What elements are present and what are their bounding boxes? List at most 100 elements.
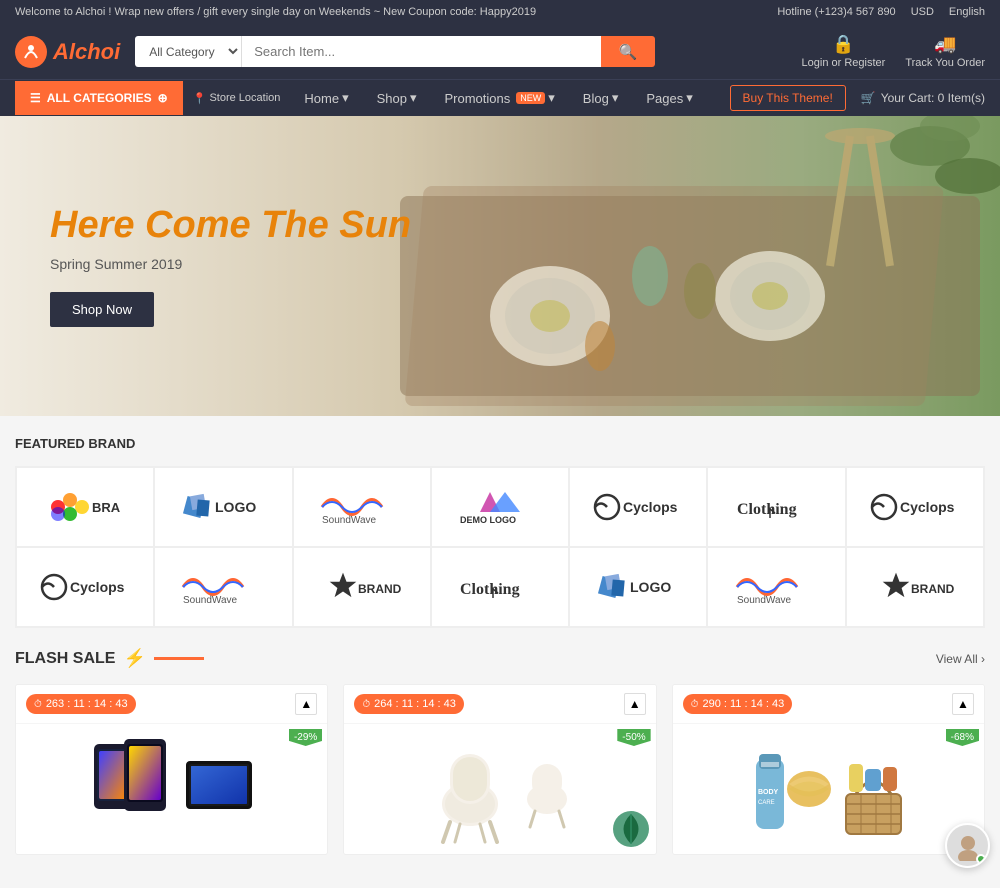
store-location[interactable]: 📍 Store Location [183,92,291,105]
brand-item[interactable]: SoundWave [707,547,845,627]
online-indicator [976,854,986,864]
brand-item[interactable]: SoundWave [293,467,431,547]
timer-icon-1: ⏱ [34,699,42,710]
beauty-products: BODY CARE [751,734,836,844]
shop-now-button[interactable]: Shop Now [50,292,154,327]
hotline: Hotline (+123)4 567 890 [777,6,895,18]
countdown-1-time: 263 : 11 : 14 : 43 [46,698,128,710]
search-input[interactable] [242,36,600,67]
chat-bubble[interactable] [945,823,990,868]
tablet-illustration [184,759,254,819]
svg-text:DEMO LOGO: DEMO LOGO [460,515,516,525]
flash-product-2: ⏱ 264 : 11 : 14 : 43 ▲ -50% [343,684,656,855]
scroll-up-2[interactable]: ▲ [624,693,646,715]
brand-item[interactable]: Clothing [707,467,845,547]
countdown-3-time: 290 : 11 : 14 : 43 [702,698,784,710]
svg-text:SoundWave: SoundWave [322,515,377,526]
discount-badge-3: -68% [946,729,979,746]
svg-text:SoundWave: SoundWave [737,595,792,606]
countdown-2-time: 264 : 11 : 14 : 43 [374,698,456,710]
hero-subtitle: Spring Summer 2019 [50,256,411,272]
svg-text:LOGO: LOGO [215,499,256,515]
flash-sale-label: FLASH SALE [15,650,115,668]
brand-soundwave-3: SoundWave [732,567,822,607]
svg-text:Cyclops: Cyclops [900,499,955,515]
brand-star-2: BRAND [875,567,955,607]
brand-clothing-2: Clothing [455,570,545,605]
scroll-up-1[interactable]: ▲ [295,693,317,715]
flash-line-decoration [154,657,204,660]
svg-text:BRAND: BRAND [92,500,120,515]
nav-promotions[interactable]: Promotions NEW ▾ [431,80,569,116]
nav-blog[interactable]: Blog ▾ [569,80,633,116]
flash-icon: ⚡ [123,648,145,669]
featured-brands-title: FEATURED BRAND [15,436,985,451]
brand-item[interactable]: DEMO LOGO [431,467,569,547]
category-select[interactable]: All Category [135,36,242,67]
brand-item[interactable]: Cyclops [846,467,984,547]
buy-theme-button[interactable]: Buy This Theme! [730,85,846,111]
flash-sale-title: FLASH SALE ⚡ [15,648,204,669]
brand-item[interactable]: LOGO [154,467,292,547]
scroll-up-3[interactable]: ▲ [952,693,974,715]
nav-pages[interactable]: Pages ▾ [632,80,706,116]
hero-banner: Here Come The Sun Spring Summer 2019 Sho… [0,116,1000,416]
search-button[interactable]: 🔍 [601,36,656,67]
logo[interactable]: Alchoi [15,36,120,68]
flash-products-grid: ⏱ 263 : 11 : 14 : 43 ▲ -29% [15,684,985,855]
side-chair-illustration [520,749,575,829]
nav-home[interactable]: Home ▾ [290,80,362,116]
countdown-2: ⏱ 264 : 11 : 14 : 43 [354,694,464,714]
nav-menu: Home ▾ Shop ▾ Promotions NEW ▾ Blog ▾ Pa… [290,80,706,116]
brand-item[interactable]: LOGO [569,547,707,627]
view-all-link[interactable]: View All [936,652,985,666]
svg-text:Cyclops: Cyclops [623,499,678,515]
brand-cyclops-1: Cyclops [593,490,683,525]
nav-right: Buy This Theme! 🛒 Your Cart: 0 Item(s) [730,85,985,111]
svg-text:SoundWave: SoundWave [183,595,238,606]
header: Alchoi All Category 🔍 🔒 Login or Registe… [0,24,1000,79]
brand-demo-logo: DEMO LOGO [455,487,545,527]
currency-selector[interactable]: USD [911,6,934,18]
basket-products [841,739,906,839]
brand-cyclops-2: Cyclops [870,490,960,525]
flash-product-3: ⏱ 290 : 11 : 14 : 43 ▲ -68% BODY CARE [672,684,985,855]
svg-text:BRAND: BRAND [911,582,955,596]
svg-text:CARE: CARE [758,800,775,806]
brand-soundwave: SoundWave [317,487,407,527]
language-selector[interactable]: English [949,6,985,18]
brand-item[interactable]: BRAND [293,547,431,627]
featured-brands-section: FEATURED BRAND BRAND LOGO [15,436,985,628]
flash-product-1: ⏱ 263 : 11 : 14 : 43 ▲ -29% [15,684,328,855]
login-action[interactable]: 🔒 Login or Register [802,34,886,69]
timer-icon-3: ⏱ [691,699,699,710]
cart-info[interactable]: 🛒 Your Cart: 0 Item(s) [861,91,985,105]
brand-item[interactable]: Cyclops [16,547,154,627]
logo-text: Alchoi [53,39,120,65]
product-1-header: ⏱ 263 : 11 : 14 : 43 ▲ [16,685,327,724]
truck-icon: 🚚 [934,34,956,55]
brand-item[interactable]: SoundWave [154,547,292,627]
promotions-badge: NEW [516,92,545,104]
countdown-1: ⏱ 263 : 11 : 14 : 43 [26,694,136,714]
nav-shop[interactable]: Shop ▾ [363,80,431,116]
brand-apple-logo: BRAND [50,490,120,525]
brand-item[interactable]: Cyclops [569,467,707,547]
brands-grid: BRAND LOGO SoundWave [15,466,985,628]
brand-cyclops-3: Cyclops [40,570,130,605]
search-bar: All Category 🔍 [135,36,655,67]
cart-icon: 🛒 [861,91,876,105]
brand-item[interactable]: Clothing [431,547,569,627]
all-categories-btn[interactable]: ☰ ALL CATEGORIES ⊕ [15,81,183,115]
timer-icon-2: ⏱ [362,699,370,710]
countdown-3: ⏱ 290 : 11 : 14 : 43 [683,694,793,714]
brand-item[interactable]: BRAND [16,467,154,547]
all-categories-label: ALL CATEGORIES [47,91,152,105]
location-icon: 📍 [193,92,207,105]
discount-badge-1: -29% [289,729,322,746]
track-action[interactable]: 🚚 Track You Order [905,34,985,69]
svg-text:Clothing: Clothing [737,501,797,518]
svg-text:BODY: BODY [758,789,779,796]
brand-item[interactable]: BRAND [846,547,984,627]
svg-text:BRAND: BRAND [358,582,402,596]
